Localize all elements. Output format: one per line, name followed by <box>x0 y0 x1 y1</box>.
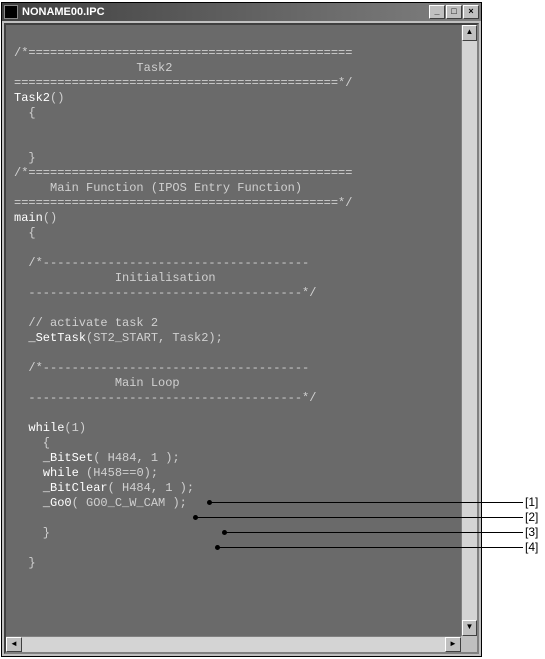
callout-4: [4] <box>525 540 538 554</box>
leader-line-2 <box>196 517 523 518</box>
leader-line-4 <box>218 547 523 548</box>
app-icon <box>4 5 18 19</box>
editor-window: NONAME00.IPC _ □ × /*===================… <box>1 2 482 657</box>
close-button[interactable]: × <box>463 5 479 19</box>
scroll-down-button[interactable]: ▼ <box>462 620 477 636</box>
callout-1: [1] <box>525 495 538 509</box>
scroll-right-button[interactable]: ► <box>445 637 461 652</box>
scroll-up-button[interactable]: ▲ <box>462 25 477 41</box>
window-title: NONAME00.IPC <box>22 6 429 18</box>
callout-2: [2] <box>525 510 538 524</box>
titlebar-buttons: _ □ × <box>429 5 479 19</box>
scroll-left-button[interactable]: ◄ <box>6 637 22 652</box>
leader-line-3 <box>225 532 523 533</box>
horizontal-scrollbar[interactable]: ◄ ► <box>6 636 461 652</box>
vertical-scrollbar[interactable]: ▲ ▼ <box>461 25 477 636</box>
titlebar: NONAME00.IPC _ □ × <box>2 3 481 21</box>
minimize-button[interactable]: _ <box>429 5 445 19</box>
client-area: /*======================================… <box>4 23 479 654</box>
callout-3: [3] <box>525 525 538 539</box>
func-task2: Task2 <box>14 91 50 105</box>
maximize-button[interactable]: □ <box>446 5 462 19</box>
func-main: main <box>14 211 43 225</box>
leader-line-1 <box>210 502 523 503</box>
vscroll-track[interactable] <box>462 41 477 620</box>
scroll-corner <box>461 636 477 652</box>
code-editor[interactable]: /*======================================… <box>6 25 461 636</box>
hscroll-track[interactable] <box>22 637 445 652</box>
